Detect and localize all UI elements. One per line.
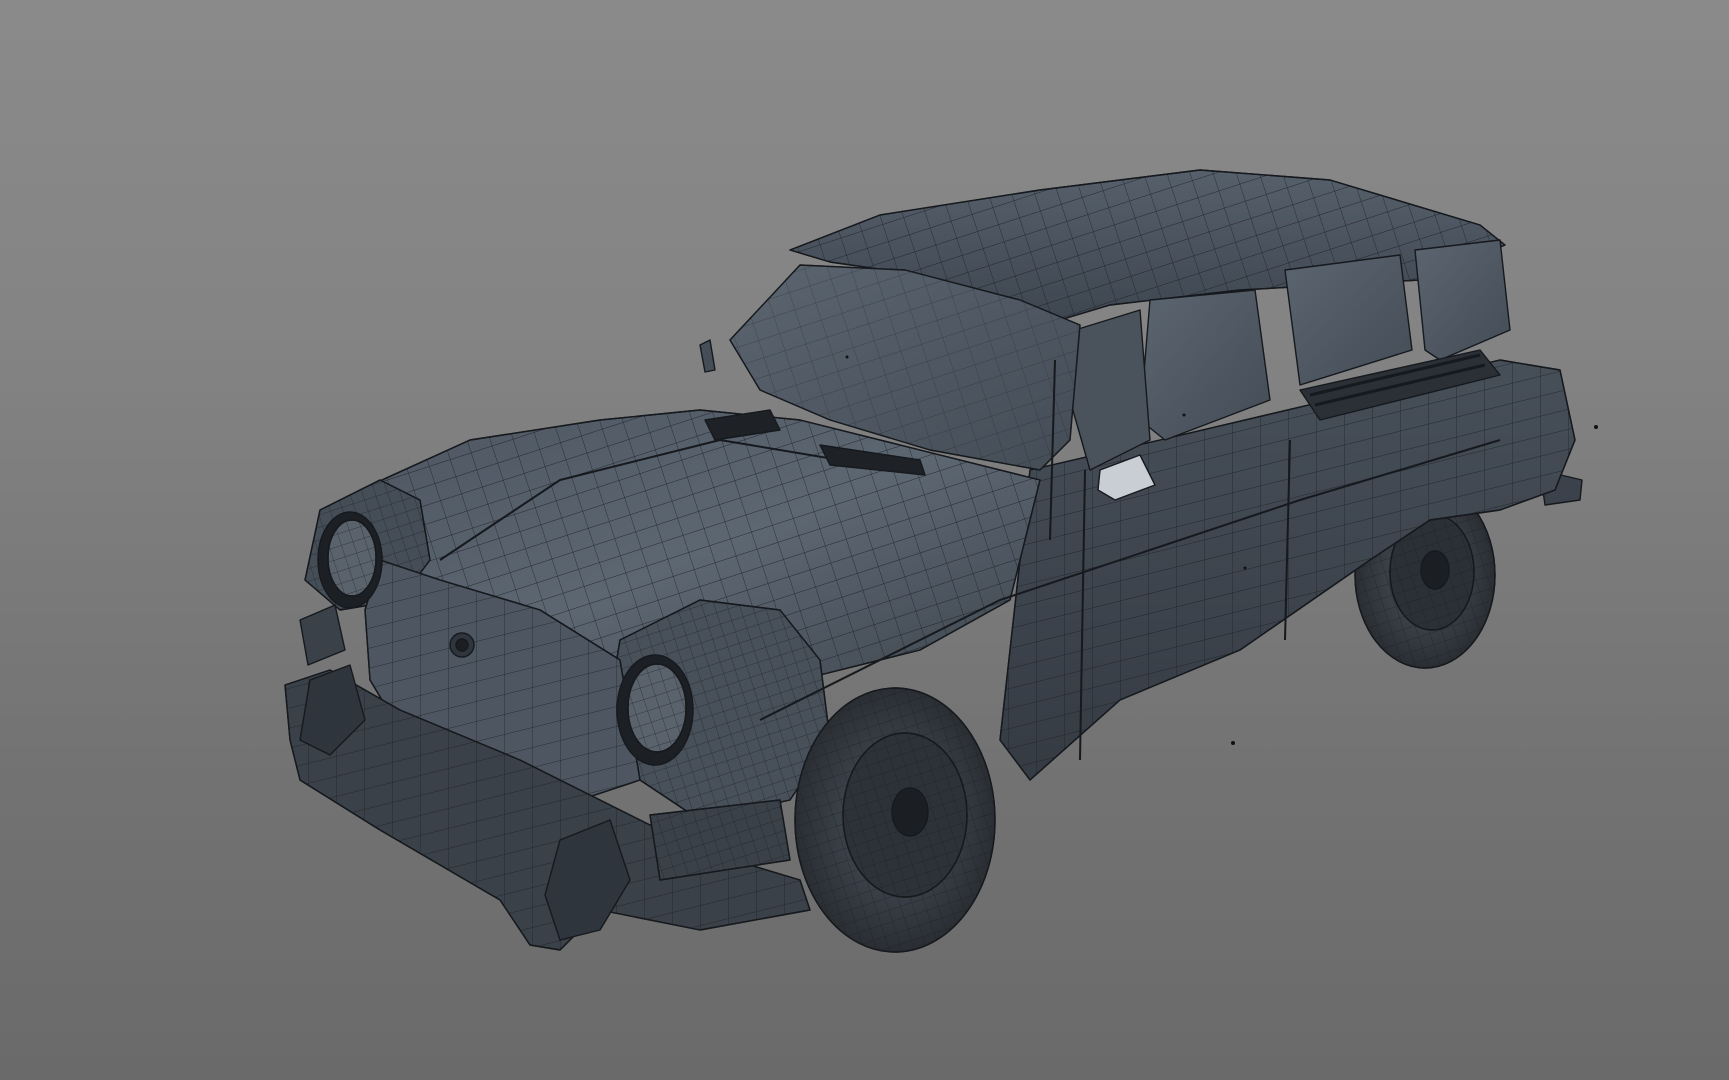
front-wheel	[794, 687, 996, 953]
rear-window	[1414, 239, 1511, 361]
car-model	[284, 169, 1583, 953]
right-headlight	[616, 654, 694, 766]
left-headlight	[317, 511, 383, 609]
3d-viewport[interactable]	[0, 0, 1729, 1080]
middle-window	[1284, 254, 1413, 386]
left-mirror	[699, 339, 716, 373]
door-window	[1139, 289, 1271, 441]
viewport-canvas[interactable]	[0, 0, 1729, 1080]
